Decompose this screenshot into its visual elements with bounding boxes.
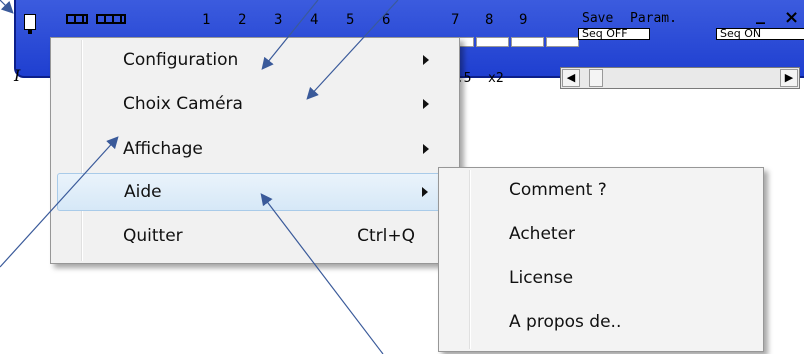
param-button[interactable]: Param. xyxy=(630,11,677,26)
scroll-left-arrow-icon[interactable]: ◀ xyxy=(562,69,580,87)
submenu-item-comment[interactable]: Comment ? xyxy=(441,172,761,212)
camera-2-button[interactable]: 2 xyxy=(238,12,246,28)
menu-item-label: Affichage xyxy=(123,139,203,159)
menu-item-label: Aide xyxy=(124,182,162,202)
menu-item-quitter[interactable]: Quitter Ctrl+Q xyxy=(53,218,457,256)
scroll-right-arrow-icon[interactable]: ▶ xyxy=(780,69,798,87)
submenu-item-label: A propos de.. xyxy=(509,312,622,332)
minimize-button[interactable]: _ xyxy=(756,4,765,25)
submenu-arrow-icon xyxy=(423,144,429,154)
submenu-item-label: License xyxy=(509,268,574,288)
shortcut-label: Ctrl+Q xyxy=(357,226,415,246)
menu-item-label: Configuration xyxy=(123,50,239,70)
camera-3-button[interactable]: 3 xyxy=(274,12,282,28)
seq-off-button[interactable]: Seq OFF xyxy=(578,28,650,40)
submenu-aide: Comment ? Acheter License A propos de.. xyxy=(438,167,764,352)
submenu-item-license[interactable]: License xyxy=(441,260,761,300)
camera-8-button[interactable]: 8 xyxy=(485,12,493,28)
menu-item-affichage[interactable]: Affichage xyxy=(53,131,457,169)
camera-5-button[interactable]: 5 xyxy=(346,12,354,28)
menu-item-aide[interactable]: Aide xyxy=(57,173,453,211)
annotation-arrow xyxy=(0,0,14,14)
menu-item-choix-camera[interactable]: Choix Caméra xyxy=(53,86,457,124)
camera-4-button[interactable]: 4 xyxy=(310,12,318,28)
camera-7-button[interactable]: 7 xyxy=(451,12,459,28)
menu-item-label: Quitter xyxy=(123,226,183,246)
zoom-x2-button[interactable]: x2 xyxy=(488,71,504,86)
submenu-arrow-icon xyxy=(422,187,428,197)
layout-3-icon[interactable] xyxy=(96,14,126,24)
save-button[interactable]: Save xyxy=(582,11,613,26)
menu-item-label: Choix Caméra xyxy=(123,94,243,114)
layout-2-icon[interactable] xyxy=(66,14,88,24)
sequence-scrollbar[interactable]: ◀ ▶ xyxy=(560,67,800,89)
submenu-item-label: Comment ? xyxy=(509,180,607,200)
menu-item-configuration[interactable]: Configuration xyxy=(53,42,457,80)
system-menu-icon[interactable] xyxy=(24,14,36,34)
info-letter: I xyxy=(14,66,21,85)
submenu-item-acheter[interactable]: Acheter xyxy=(441,216,761,256)
camera-indicator-cells xyxy=(441,32,586,47)
seq-on-button[interactable]: Seq ON xyxy=(716,28,804,40)
submenu-arrow-icon xyxy=(423,99,429,109)
submenu-item-label: Acheter xyxy=(509,224,576,244)
submenu-arrow-icon xyxy=(423,55,429,65)
close-button[interactable]: × xyxy=(784,7,799,28)
camera-9-button[interactable]: 9 xyxy=(519,12,527,28)
scroll-thumb[interactable] xyxy=(589,69,603,87)
camera-6-button[interactable]: 6 xyxy=(382,12,390,28)
camera-1-button[interactable]: 1 xyxy=(202,12,210,28)
submenu-item-a-propos[interactable]: A propos de.. xyxy=(441,304,761,344)
context-menu: Configuration Choix Caméra Affichage Aid… xyxy=(50,37,460,264)
